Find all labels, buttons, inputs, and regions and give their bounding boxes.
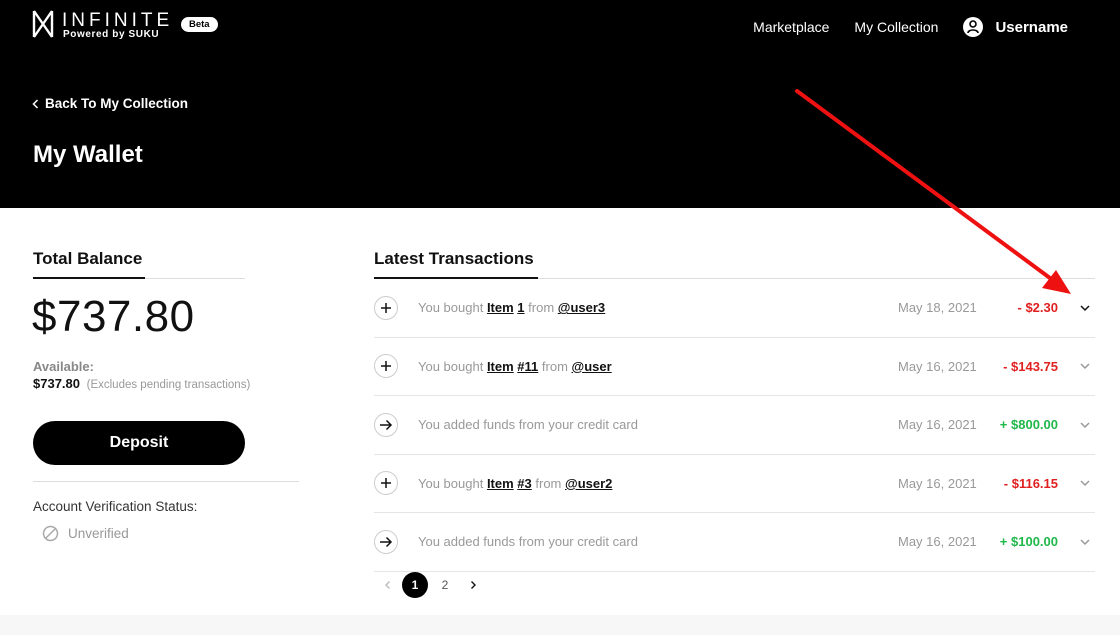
chevron-down-icon[interactable] <box>1079 477 1091 489</box>
transaction-description: You added funds from your credit card <box>418 534 638 550</box>
item-link[interactable]: Item <box>487 476 514 491</box>
deposit-button[interactable]: Deposit <box>33 421 245 465</box>
back-link-label: Back To My Collection <box>45 96 189 111</box>
transaction-amount: - $2.30 <box>1017 300 1058 316</box>
latest-transactions-title: Latest Transactions <box>374 249 534 268</box>
top-nav: Marketplace My Collection Username <box>753 17 1068 37</box>
chevron-down-icon[interactable] <box>1079 302 1091 314</box>
item-link[interactable]: Item <box>487 300 514 315</box>
available-label: Available: <box>33 359 94 374</box>
transaction-description: You bought Item 1 from @user3 <box>418 300 605 315</box>
transaction-row[interactable]: You bought Item 1 from @user3 May 18, 20… <box>374 279 1095 338</box>
nav-marketplace-link[interactable]: Marketplace <box>753 19 829 35</box>
transaction-from: from <box>535 475 562 491</box>
user-icon <box>963 17 984 37</box>
chevron-down-icon[interactable] <box>1079 419 1091 431</box>
transaction-row[interactable]: You bought Item #11 from @user May 16, 2… <box>374 338 1095 396</box>
chevron-right-icon <box>470 581 476 589</box>
transaction-date: May 16, 2021 <box>898 475 977 491</box>
page-title: My Wallet <box>33 141 143 168</box>
plus-icon[interactable] <box>374 354 398 379</box>
total-balance-divider <box>145 278 245 279</box>
available-note: (Excludes pending transactions) <box>86 379 251 391</box>
footer-strip <box>0 615 1120 635</box>
item-number-link[interactable]: #11 <box>517 359 538 374</box>
transaction-row[interactable]: You added funds from your credit card Ma… <box>374 396 1095 455</box>
transaction-amount: - $143.75 <box>1003 358 1058 374</box>
total-balance-underline <box>33 277 145 279</box>
transaction-description: You bought Item #3 from @user2 <box>418 476 612 491</box>
transaction-from: from <box>541 358 568 374</box>
transaction-row[interactable]: You added funds from your credit card Ma… <box>374 513 1095 572</box>
user-link[interactable]: @user3 <box>558 300 605 315</box>
infinite-logo-icon <box>32 10 54 38</box>
transaction-amount: - $116.15 <box>1003 475 1058 491</box>
back-to-collection-link[interactable]: Back To My Collection <box>32 96 188 111</box>
transaction-from: from <box>528 300 555 316</box>
transaction-date: May 16, 2021 <box>898 358 977 374</box>
no-entry-icon <box>42 525 59 542</box>
transaction-row[interactable]: You bought Item #3 from @user2 May 16, 2… <box>374 455 1095 513</box>
item-number-link[interactable]: 1 <box>517 300 524 315</box>
beta-badge: Beta <box>181 17 218 32</box>
pagination: 1 2 <box>374 572 486 598</box>
verification-label: Account Verification Status: <box>33 499 198 514</box>
transaction-amount: + $100.00 <box>999 534 1058 550</box>
page-header: INFINITE Powered by SUKU Beta Marketplac… <box>0 0 1120 208</box>
transaction-date: May 18, 2021 <box>898 300 977 316</box>
chevron-down-icon[interactable] <box>1079 536 1091 548</box>
arrow-right-icon[interactable] <box>374 529 398 554</box>
transaction-description: You bought Item #11 from @user <box>418 359 612 374</box>
verification-status: Unverified <box>42 525 129 542</box>
page-1-button[interactable]: 1 <box>402 572 428 598</box>
user-menu[interactable]: Username <box>963 17 1068 37</box>
brand-logo[interactable]: INFINITE Powered by SUKU Beta <box>32 8 232 44</box>
transaction-amount: + $800.00 <box>999 417 1058 433</box>
page-2-button[interactable]: 2 <box>432 572 458 598</box>
available-value: $737.80 <box>33 376 80 391</box>
item-link[interactable]: Item <box>487 359 514 374</box>
item-number-link[interactable]: #3 <box>517 476 531 491</box>
chevron-left-icon <box>384 581 390 589</box>
verification-status-label: Unverified <box>68 526 129 541</box>
balance-amount: $737.80 <box>32 292 195 341</box>
user-link[interactable]: @user2 <box>565 476 612 491</box>
transaction-prefix: You bought <box>418 300 484 316</box>
transaction-prefix: You bought <box>418 475 484 491</box>
available-row: $737.80 (Excludes pending transactions) <box>33 376 250 391</box>
next-page-button[interactable] <box>460 572 486 598</box>
total-balance-title: Total Balance <box>33 249 143 268</box>
brand-subtitle: Powered by SUKU <box>63 29 160 40</box>
chevron-down-icon[interactable] <box>1079 360 1091 372</box>
plus-icon[interactable] <box>374 471 398 496</box>
nav-my-collection-link[interactable]: My Collection <box>854 19 938 35</box>
transactions-list: You bought Item 1 from @user3 May 18, 20… <box>374 279 1095 572</box>
chevron-left-icon <box>32 98 39 109</box>
arrow-right-icon[interactable] <box>374 412 398 437</box>
transaction-date: May 16, 2021 <box>898 417 977 433</box>
transaction-date: May 16, 2021 <box>898 534 977 550</box>
transaction-description: You added funds from your credit card <box>418 417 638 433</box>
previous-page-button[interactable] <box>374 572 400 598</box>
divider <box>33 481 299 482</box>
transaction-prefix: You bought <box>418 358 484 374</box>
user-link[interactable]: @user <box>572 359 612 374</box>
plus-icon[interactable] <box>374 295 398 320</box>
username-label: Username <box>995 18 1068 36</box>
